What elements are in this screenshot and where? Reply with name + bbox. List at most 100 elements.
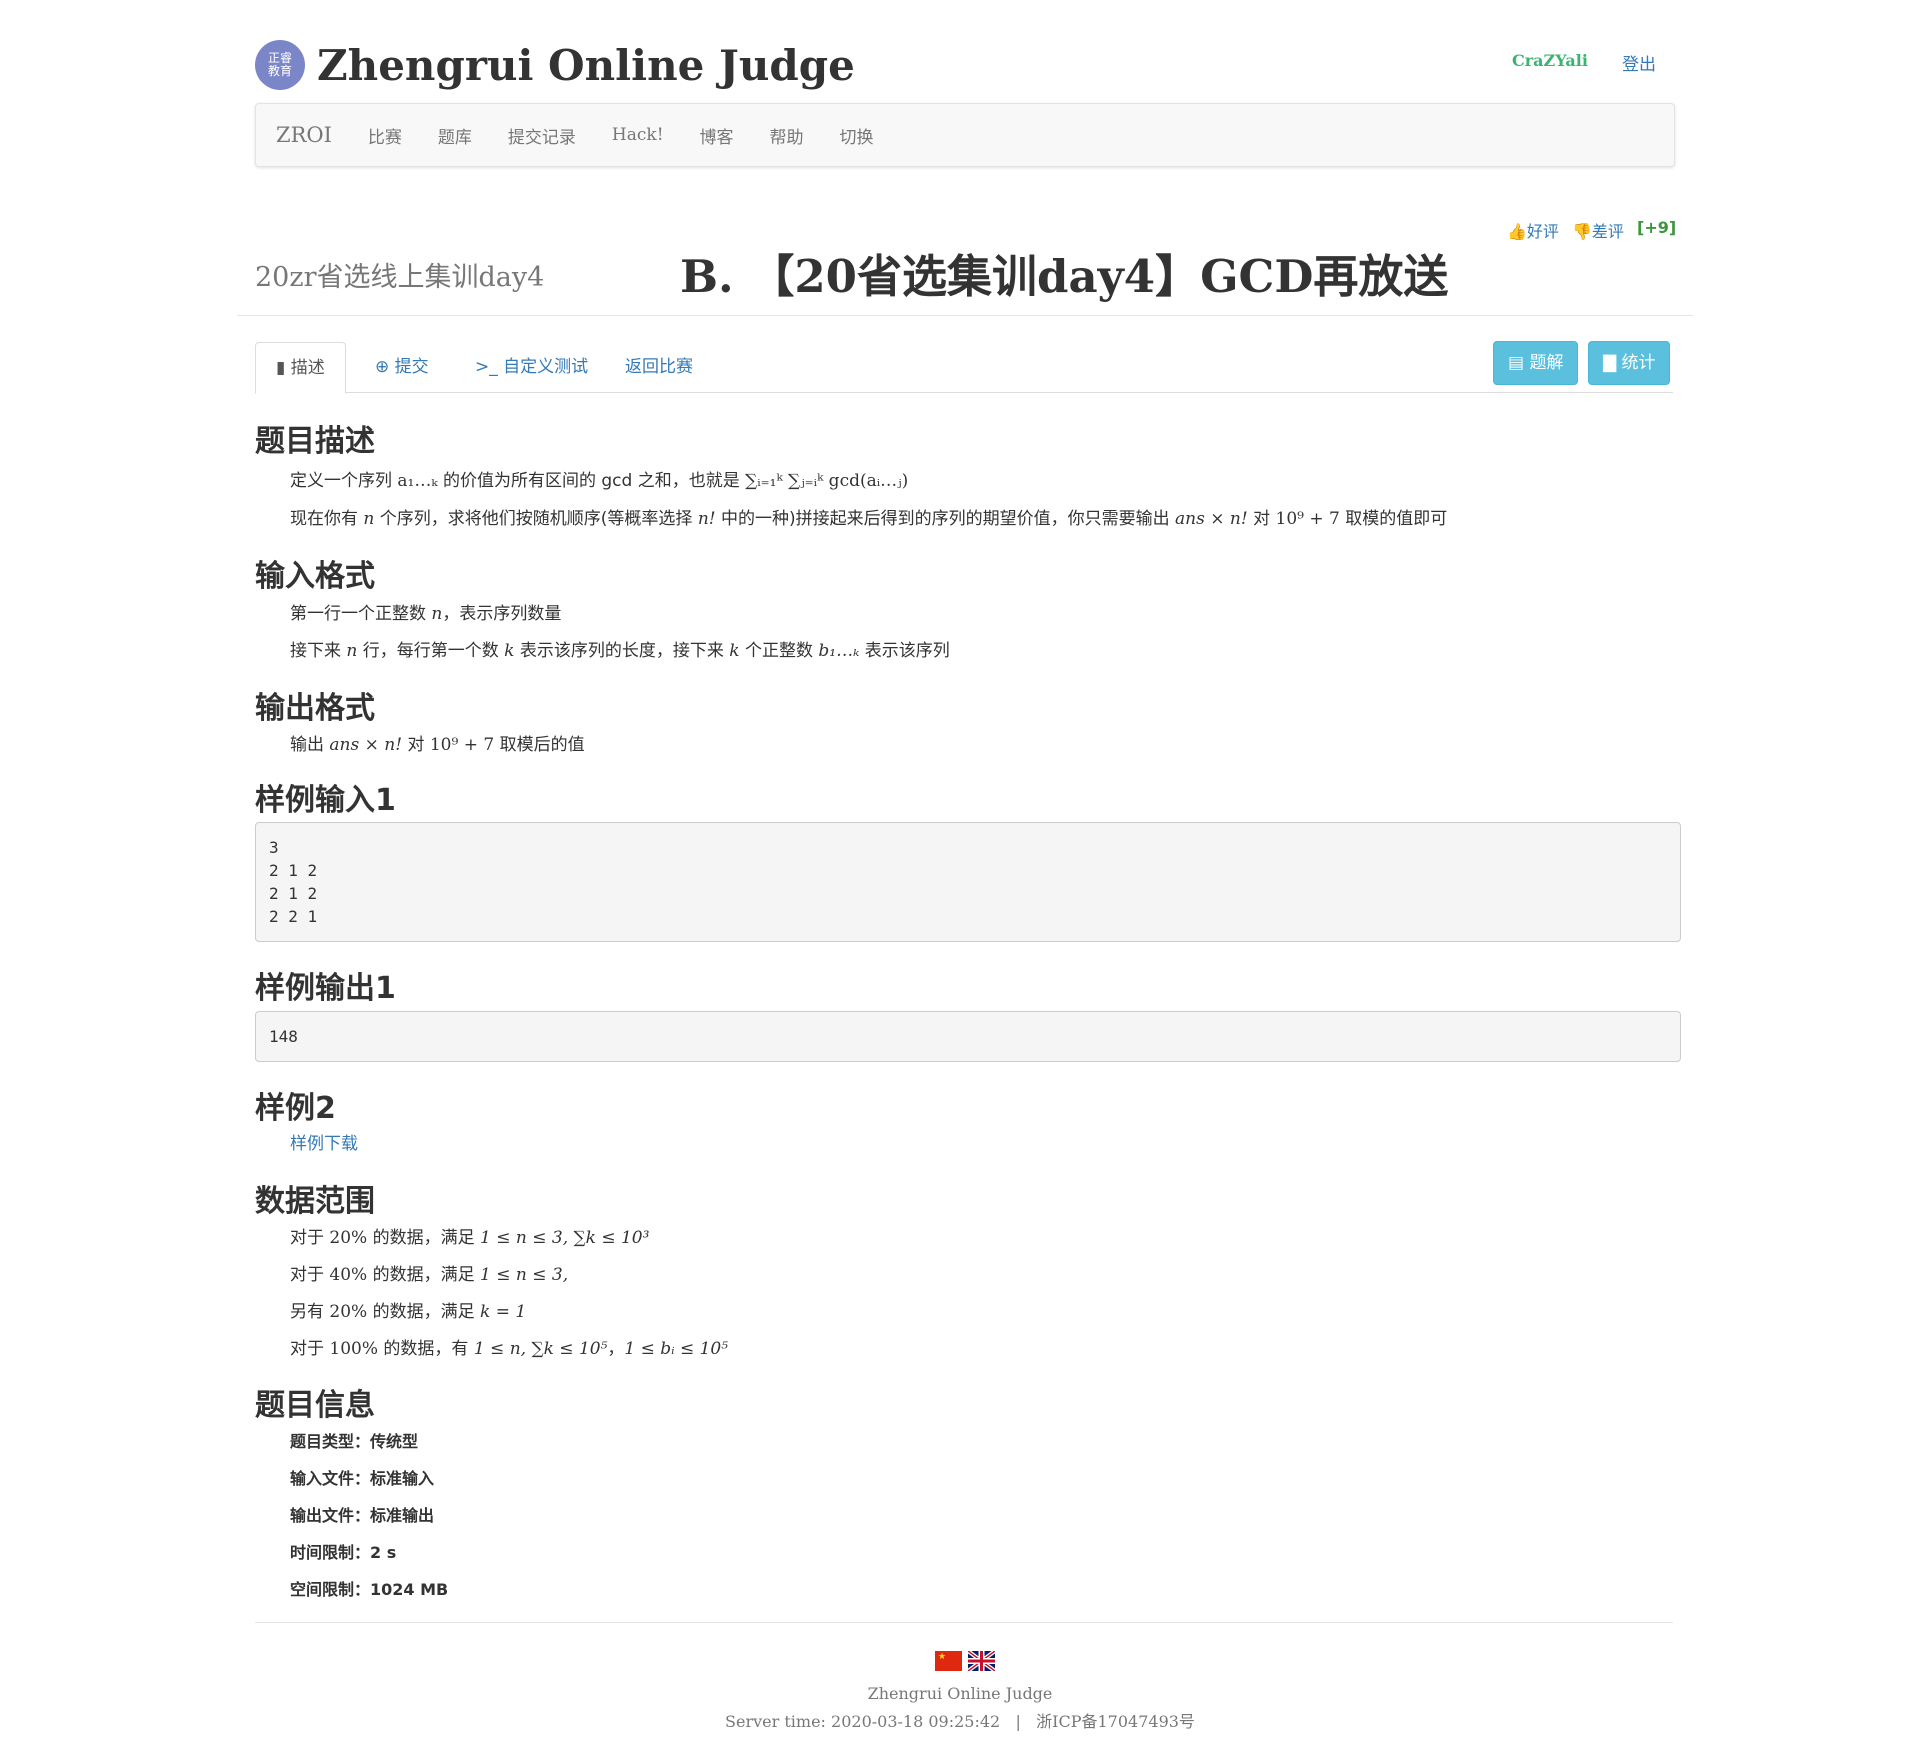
downvote-button[interactable]: 👎差评 bbox=[1572, 218, 1624, 242]
tab-describe-label: 描述 bbox=[290, 358, 325, 378]
tab-back-to-contest[interactable]: 返回比赛 bbox=[605, 342, 713, 392]
text: 的数据，满足 bbox=[367, 1302, 481, 1322]
info-type: 题目类型：传统型 bbox=[290, 1432, 419, 1451]
desc-heading: 题目描述 bbox=[255, 424, 375, 459]
text: 的数据，有 bbox=[378, 1339, 474, 1359]
output-line: 输出 ans × n! 对 10⁹ + 7 取模后的值 bbox=[290, 730, 585, 755]
nav-submissions[interactable]: 提交记录 bbox=[490, 123, 594, 148]
site-brand[interactable]: 正睿教育 Zhengrui Online Judge bbox=[255, 40, 855, 90]
footer-site-name: Zhengrui Online Judge bbox=[867, 1684, 1053, 1703]
solution-button[interactable]: ▤ 题解 bbox=[1493, 341, 1579, 385]
sample-output-block[interactable]: 148 bbox=[255, 1011, 1681, 1062]
text: 对于 bbox=[290, 1339, 330, 1359]
nav-blog[interactable]: 博客 bbox=[682, 123, 752, 148]
file-icon: ▤ bbox=[1508, 353, 1525, 373]
range-heading: 数据范围 bbox=[255, 1184, 375, 1219]
book-icon: ▮ bbox=[276, 358, 286, 378]
text: 对 bbox=[402, 735, 430, 755]
math-sum-gcd: ∑ᵢ₌₁ᵏ ∑ⱼ₌ᵢᵏ gcd(aᵢ…ⱼ) bbox=[745, 471, 909, 491]
solution-label: 题解 bbox=[1529, 353, 1564, 373]
tab-back-label: 返回比赛 bbox=[625, 357, 693, 377]
text: 中的一种)拼接起来后得到的序列的期望价值，你只需要输出 bbox=[715, 509, 1176, 529]
nav-help[interactable]: 帮助 bbox=[752, 123, 822, 148]
math-nfact: n! bbox=[697, 509, 716, 529]
math-n: n bbox=[363, 509, 375, 529]
tab-describe[interactable]: ▮ 描述 bbox=[255, 342, 346, 394]
range-line-1: 对于 20% 的数据，满足 1 ≤ n ≤ 3, ∑k ≤ 10³ bbox=[290, 1223, 649, 1248]
text: ， bbox=[607, 1339, 625, 1359]
text: 第一行一个正整数 bbox=[290, 604, 432, 624]
divider bbox=[237, 315, 1693, 316]
china-flag-icon[interactable]: ★ bbox=[935, 1651, 962, 1671]
info-heading: 题目信息 bbox=[255, 1388, 375, 1423]
uk-flag-icon[interactable] bbox=[968, 1651, 995, 1671]
math-b: b₁…ₖ bbox=[818, 641, 860, 661]
math-percent: 20% bbox=[329, 1302, 368, 1322]
nav-problems[interactable]: 题库 bbox=[420, 123, 490, 148]
text: 对于 bbox=[290, 1228, 330, 1248]
text: 的数据，满足 bbox=[367, 1228, 481, 1248]
console-icon: >_ bbox=[475, 357, 498, 377]
text: 个正整数 bbox=[739, 641, 819, 661]
upload-icon: ⊕ bbox=[375, 357, 390, 377]
logout-link[interactable]: 登出 bbox=[1622, 50, 1656, 75]
math-mod: 10⁹ + 7 bbox=[429, 735, 495, 755]
stats-label: 统计 bbox=[1621, 353, 1656, 373]
math-ans: ans × n! bbox=[1175, 509, 1248, 529]
desc-line-1: 定义一个序列 a₁…ₖ 的价值为所有区间的 gcd 之和，也就是 ∑ᵢ₌₁ᵏ ∑… bbox=[290, 466, 908, 491]
range-line-4: 对于 100% 的数据，有 1 ≤ n, ∑k ≤ 10⁵，1 ≤ bᵢ ≤ 1… bbox=[290, 1334, 728, 1359]
info-time-limit: 时间限制：2 s bbox=[290, 1543, 397, 1562]
language-switcher: ★ bbox=[935, 1651, 995, 1671]
site-title[interactable]: Zhengrui Online Judge bbox=[317, 41, 855, 90]
text: 现在你有 bbox=[290, 509, 364, 529]
site-logo: 正睿教育 bbox=[255, 40, 305, 90]
sample-download-link[interactable]: 样例下载 bbox=[290, 1129, 358, 1154]
tab-custom-test[interactable]: >_ 自定义测试 bbox=[455, 342, 608, 392]
nav-contests[interactable]: 比赛 bbox=[350, 123, 420, 148]
math-mod: 10⁹ + 7 bbox=[1275, 509, 1340, 529]
desc-line-2: 现在你有 n 个序列，求将他们按随机顺序(等概率选择 n! 中的一种)拼接起来后… bbox=[290, 504, 1447, 529]
math-seq: a₁…ₖ bbox=[397, 471, 438, 491]
input-heading: 输入格式 bbox=[255, 559, 375, 594]
text: 另有 bbox=[290, 1302, 330, 1322]
stats-button[interactable]: ▇ 统计 bbox=[1588, 341, 1671, 385]
page: 正睿教育 Zhengrui Online Judge CraZYali 登出 Z… bbox=[0, 0, 1920, 1741]
range-line-3: 另有 20% 的数据，满足 k = 1 bbox=[290, 1297, 526, 1322]
contest-name: 20zr省选线上集训day4 bbox=[255, 262, 545, 293]
math-constraint: 1 ≤ n ≤ 3, bbox=[480, 1265, 569, 1285]
server-time: Server time: 2020-03-18 09:25:42 bbox=[725, 1712, 1001, 1731]
nav-home[interactable]: ZROI bbox=[256, 123, 350, 147]
footer-separator: | bbox=[1015, 1712, 1021, 1731]
range-line-2: 对于 40% 的数据，满足 1 ≤ n ≤ 3, bbox=[290, 1260, 568, 1285]
info-input-file: 输入文件：标准输入 bbox=[290, 1469, 435, 1488]
text: 取模后的值 bbox=[494, 735, 585, 755]
problem-title: B. 【20省选集训day4】GCD再放送 bbox=[680, 250, 1449, 303]
text: 对 bbox=[1247, 509, 1276, 529]
input-line-1: 第一行一个正整数 n，表示序列数量 bbox=[290, 599, 561, 624]
math-constraint: k = 1 bbox=[480, 1302, 527, 1322]
math-percent: 20% bbox=[329, 1228, 368, 1248]
text: 对于 bbox=[290, 1265, 330, 1285]
tab-submit[interactable]: ⊕ 提交 bbox=[355, 342, 449, 392]
nav-switch[interactable]: 切换 bbox=[822, 123, 892, 148]
username-link[interactable]: CraZYali bbox=[1512, 51, 1588, 70]
text: 取模的值即可 bbox=[1339, 509, 1448, 529]
upvote-button[interactable]: 👍好评 bbox=[1507, 218, 1559, 242]
footer-meta: Server time: 2020-03-18 09:25:42 | 浙ICP备… bbox=[0, 1708, 1920, 1732]
icp-link[interactable]: 浙ICP备17047493号 bbox=[1036, 1712, 1195, 1731]
math-n: n bbox=[346, 641, 358, 661]
input-line-2: 接下来 n 行，每行第一个数 k 表示该序列的长度，接下来 k 个正整数 b₁…… bbox=[290, 636, 950, 661]
upvote-label: 好评 bbox=[1526, 222, 1559, 241]
bar-chart-icon: ▇ bbox=[1603, 353, 1617, 373]
text: 的数据，满足 bbox=[367, 1265, 481, 1285]
nav-hack[interactable]: Hack! bbox=[594, 125, 682, 145]
sample-input-block[interactable]: 3 2 1 2 2 1 2 2 2 1 bbox=[255, 822, 1681, 942]
math-constraint: 1 ≤ n, ∑k ≤ 10⁵ bbox=[473, 1339, 608, 1359]
info-memory-limit: 空间限制：1024 MB bbox=[290, 1580, 449, 1599]
sample2-heading: 样例2 bbox=[255, 1091, 336, 1126]
math-constraint: 1 ≤ bᵢ ≤ 10⁵ bbox=[624, 1339, 729, 1359]
text: 表示该序列的长度，接下来 bbox=[514, 641, 730, 661]
tab-submit-label: 提交 bbox=[394, 357, 429, 377]
math-k: k bbox=[504, 641, 515, 661]
sample-input-heading: 样例输入1 bbox=[255, 783, 396, 818]
